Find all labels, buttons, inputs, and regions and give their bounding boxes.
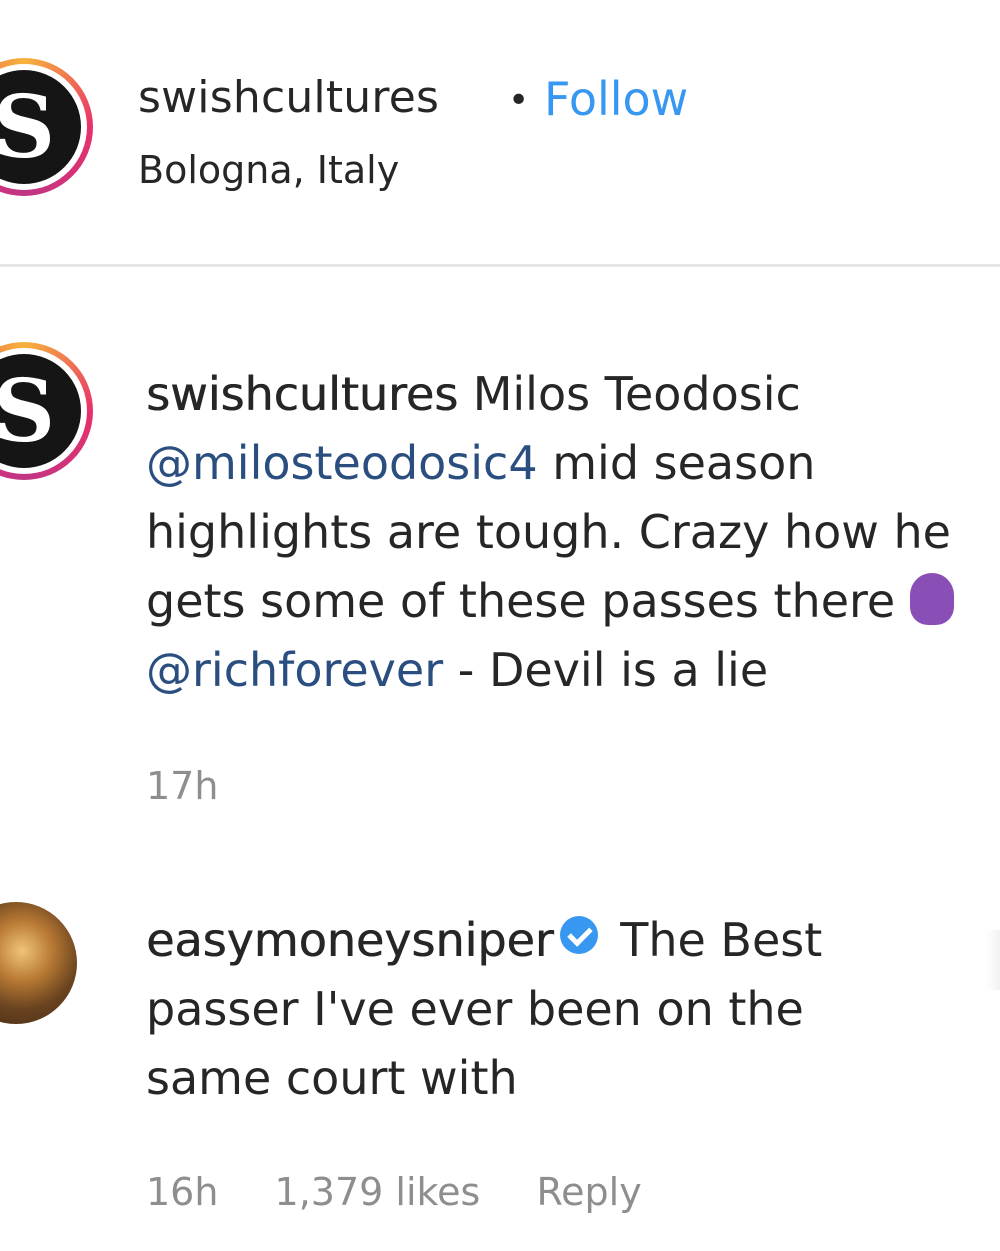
caption-avatar[interactable]: S	[0, 342, 93, 480]
header-divider	[0, 264, 1000, 267]
caption-username[interactable]: swishcultures	[146, 367, 458, 421]
separator-dot: •	[508, 80, 530, 121]
comment-text: easymoneysniper The Best passer I've eve…	[146, 906, 822, 1113]
author-avatar[interactable]: S	[0, 58, 93, 196]
commenter-avatar[interactable]	[0, 902, 77, 1024]
caption-line-5: - Devil is a lie	[443, 643, 769, 697]
comment-line-3: same court with	[146, 1051, 518, 1105]
comment-line-2: passer I've ever been on the	[146, 982, 804, 1036]
reply-button[interactable]: Reply	[536, 1170, 641, 1214]
commenter-username[interactable]: easymoneysniper	[146, 913, 554, 967]
caption-text: swishcultures Milos Teodosic @milosteodo…	[146, 360, 954, 705]
comment-timestamp[interactable]: 16h	[146, 1170, 218, 1214]
purple-emoji-icon	[909, 573, 954, 625]
post-location[interactable]: Bologna, Italy	[138, 148, 399, 192]
comment-line-1: The Best	[605, 913, 823, 967]
caption-line-2: mid season	[537, 436, 816, 490]
caption-line-1: Milos Teodosic	[458, 367, 801, 421]
caption-timestamp[interactable]: 17h	[146, 764, 218, 808]
follow-button[interactable]: Follow	[544, 72, 688, 126]
caption-line-3: highlights are tough. Crazy how he	[146, 505, 951, 559]
verified-badge-icon	[559, 916, 598, 954]
caption-line-4: gets some of these passes there	[146, 574, 910, 628]
post-header: S swishcultures • Follow Bologna, Italy	[0, 0, 1000, 267]
comment-likes[interactable]: 1,379 likes	[275, 1170, 481, 1214]
comment-meta: 16h 1,379 likes Reply	[146, 1170, 642, 1214]
instagram-post-panel: S swishcultures • Follow Bologna, Italy …	[0, 0, 1000, 1251]
mention-richforever[interactable]: @richforever	[146, 643, 443, 697]
mention-milosteodosic4[interactable]: @milosteodosic4	[146, 436, 538, 490]
like-heart-icon[interactable]	[986, 930, 1000, 990]
author-username[interactable]: swishcultures	[138, 72, 439, 123]
